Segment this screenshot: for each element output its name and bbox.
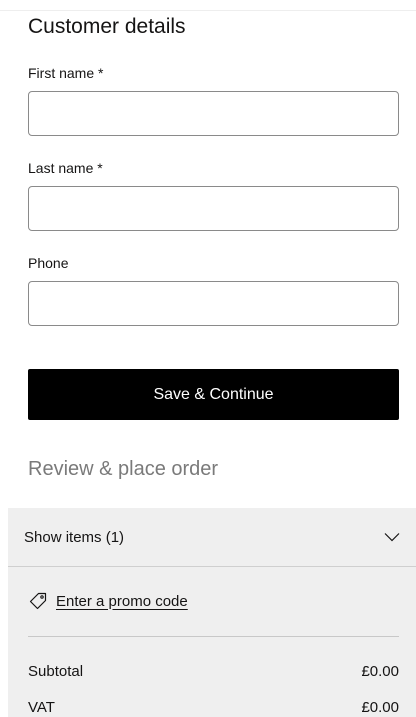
- last-name-input[interactable]: [28, 186, 399, 231]
- vat-value: £0.00: [361, 699, 399, 716]
- promo-code-link[interactable]: Enter a promo code: [28, 592, 188, 610]
- subtotal-value: £0.00: [361, 663, 399, 680]
- order-summary-panel: Show items (1) Enter a promo code Subtot…: [8, 508, 416, 717]
- chevron-down-icon: [384, 533, 400, 542]
- first-name-label: First name *: [28, 65, 104, 81]
- review-place-order-title: Review & place order: [28, 458, 219, 480]
- show-items-toggle[interactable]: Show items (1): [8, 508, 416, 567]
- subtotal-label: Subtotal: [28, 663, 84, 680]
- subtotal-row: Subtotal £0.00: [28, 663, 399, 680]
- first-name-input[interactable]: [28, 91, 399, 136]
- vat-row: VAT £0.00: [28, 699, 399, 716]
- top-divider: [0, 0, 416, 11]
- show-items-label: Show items (1): [24, 528, 125, 546]
- save-continue-button[interactable]: Save & Continue: [28, 369, 399, 420]
- vat-label: VAT: [28, 699, 55, 716]
- last-name-label: Last name *: [28, 160, 103, 176]
- phone-label: Phone: [28, 255, 69, 271]
- customer-details-title: Customer details: [28, 15, 186, 38]
- tag-icon: [29, 592, 47, 610]
- summary-divider: [28, 636, 399, 637]
- phone-input[interactable]: [28, 281, 399, 326]
- promo-code-label: Enter a promo code: [56, 592, 188, 610]
